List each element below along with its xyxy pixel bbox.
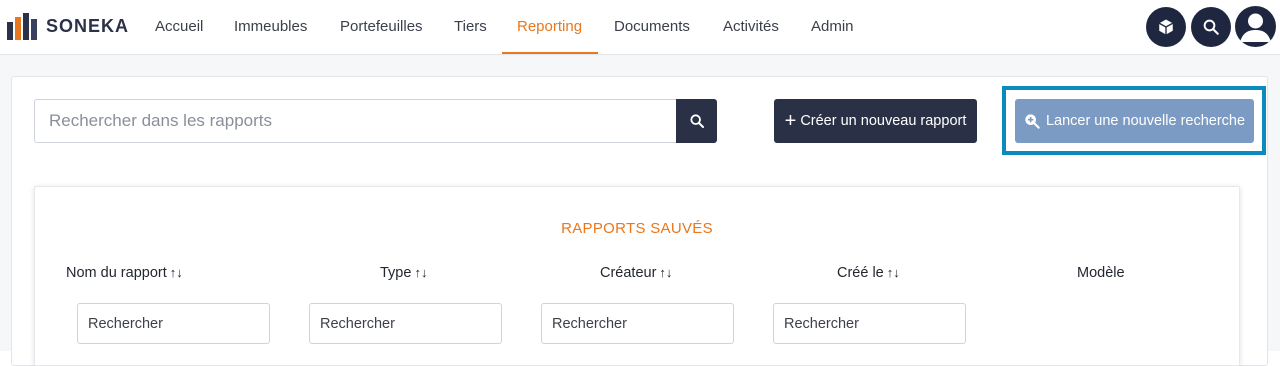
search-icon bbox=[1203, 19, 1219, 35]
active-tab-indicator bbox=[502, 52, 598, 54]
cube-button[interactable] bbox=[1146, 7, 1186, 47]
column-label: Modèle bbox=[1077, 265, 1125, 281]
new-search-button[interactable]: Lancer une nouvelle recherche bbox=[1015, 99, 1254, 143]
user-avatar-icon bbox=[1240, 13, 1271, 42]
global-search-button[interactable] bbox=[1191, 7, 1231, 47]
column-label: Type bbox=[380, 265, 412, 281]
new-search-label: Lancer une nouvelle recherche bbox=[1045, 113, 1246, 129]
column-label: Créé le bbox=[837, 265, 884, 281]
column-header-created-at[interactable]: Créé le ↑↓ bbox=[837, 265, 900, 281]
report-search-input[interactable] bbox=[34, 99, 676, 143]
search-icon bbox=[689, 114, 704, 128]
cube-icon bbox=[1158, 19, 1174, 35]
sort-icon: ↑↓ bbox=[414, 265, 428, 280]
nav-item-activites[interactable]: Activités bbox=[723, 0, 779, 55]
brand-logo[interactable]: SONEKA bbox=[6, 10, 129, 42]
sort-icon: ↑↓ bbox=[886, 265, 900, 280]
nav-item-immeubles[interactable]: Immeubles bbox=[234, 0, 307, 55]
nav-item-documents[interactable]: Documents bbox=[614, 0, 690, 55]
nav-item-reporting[interactable]: Reporting bbox=[517, 0, 582, 55]
nav-item-tiers[interactable]: Tiers bbox=[454, 0, 487, 55]
filter-created-at-input[interactable] bbox=[773, 303, 966, 344]
top-navigation-bar: SONEKA Accueil Immeubles Portefeuilles T… bbox=[0, 0, 1280, 55]
create-report-label: Créer un nouveau rapport bbox=[800, 113, 967, 129]
user-avatar-button[interactable] bbox=[1235, 6, 1276, 47]
sort-icon: ↑↓ bbox=[659, 265, 673, 280]
create-report-button[interactable]: + Créer un nouveau rapport bbox=[774, 99, 977, 143]
nav-item-admin[interactable]: Admin bbox=[811, 0, 854, 55]
filter-type-input[interactable] bbox=[309, 303, 502, 344]
report-search-button[interactable] bbox=[676, 99, 717, 143]
filter-creator-input[interactable] bbox=[541, 303, 734, 344]
nav-item-accueil[interactable]: Accueil bbox=[155, 0, 203, 55]
nav-item-portefeuilles[interactable]: Portefeuilles bbox=[340, 0, 423, 55]
column-label: Nom du rapport bbox=[66, 265, 167, 281]
sort-icon: ↑↓ bbox=[169, 265, 183, 280]
column-label: Créateur bbox=[600, 265, 657, 281]
saved-reports-title: RAPPORTS SAUVÉS bbox=[561, 220, 713, 237]
search-plus-icon bbox=[1025, 114, 1040, 129]
plus-icon: + bbox=[784, 110, 797, 132]
brand-name: SONEKA bbox=[46, 15, 130, 36]
building-logo-icon bbox=[7, 13, 37, 40]
report-search-bar bbox=[34, 99, 717, 143]
filter-report-name-input[interactable] bbox=[77, 303, 270, 344]
column-header-creator[interactable]: Créateur ↑↓ bbox=[600, 265, 672, 281]
column-header-type[interactable]: Type ↑↓ bbox=[380, 265, 427, 281]
column-header-template: Modèle bbox=[1077, 265, 1125, 281]
column-header-report-name[interactable]: Nom du rapport ↑↓ bbox=[66, 265, 183, 281]
